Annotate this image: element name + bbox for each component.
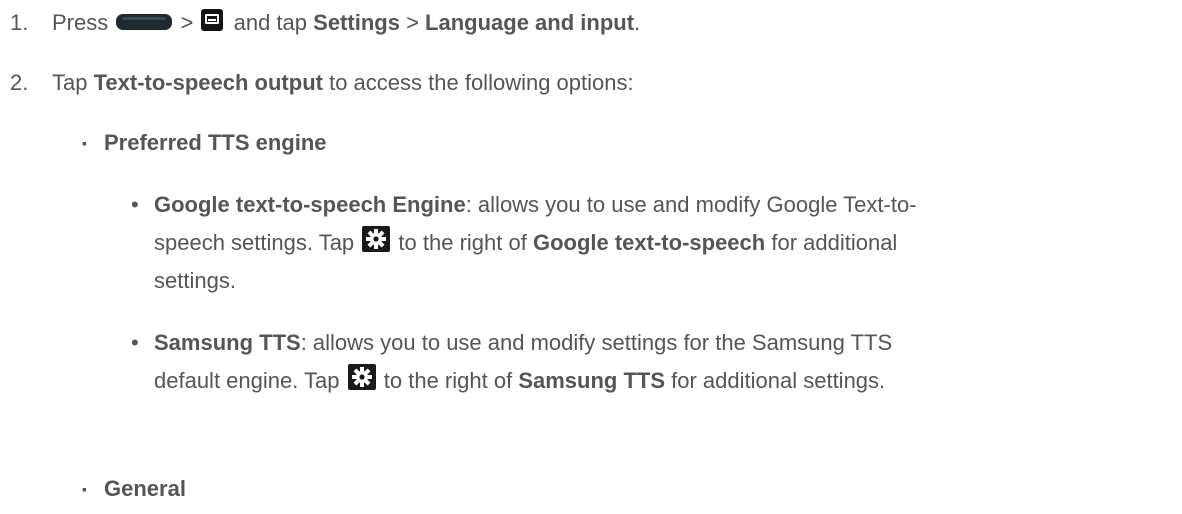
sub-option-title: Samsung TTS [154, 330, 301, 355]
tts-output-label: Text-to-speech output [93, 70, 323, 95]
instruction-document: 1. Press > and tap Settings > Language a… [0, 0, 1182, 514]
square-bullet-icon: ▪ [82, 135, 87, 151]
step-text: and tap [233, 10, 308, 35]
step-number: 2. [10, 70, 29, 95]
gear-icon [347, 364, 376, 391]
sub-option-text: to the right of [398, 230, 527, 255]
option-title: General [104, 476, 186, 501]
gear-icon-svg [366, 229, 387, 250]
step-2-text: Tap Text-to-speech output to access the … [52, 64, 634, 102]
sub-option-text: to the right of [383, 368, 513, 393]
samsung-tts-label: Samsung TTS [518, 368, 666, 393]
step-text: . [634, 10, 641, 35]
home-key-icon [116, 14, 173, 31]
google-tts-label: Google text-to-speech [532, 230, 766, 255]
dot-bullet-icon: • [131, 192, 139, 217]
sub-option-text: : allows you to use and modify settings … [300, 330, 893, 355]
sub-option-text: speech settings. Tap [154, 230, 355, 255]
gear-icon [362, 226, 391, 253]
gear-icon-svg [351, 367, 372, 388]
step-text: to access the following options: [329, 70, 634, 95]
step-number: 1. [10, 10, 29, 35]
language-input-label: Language and input [425, 10, 635, 35]
step-text: > [180, 10, 194, 35]
sub-option-text: for additional [771, 230, 898, 255]
sub-option-line: settings. [154, 262, 236, 300]
sub-option-line: Samsung TTS: allows you to use and modif… [154, 324, 892, 362]
option-title: Preferred TTS engine [104, 130, 327, 155]
sub-option-line: speech settings. Tap to the right of Goo… [154, 224, 897, 262]
sub-option-title: Google text-to-speech Engine [154, 192, 466, 217]
sub-option-text: default engine. Tap [154, 368, 340, 393]
sub-option-text: settings. [154, 268, 236, 293]
step-text: Tap [52, 70, 88, 95]
step-1-text: Press > and tap Settings > Language and … [52, 4, 640, 42]
sub-option-line: Google text-to-speech Engine: allows you… [154, 186, 917, 224]
step-text: Press [52, 10, 109, 35]
sub-option-text: : allows you to use and modify Google Te… [465, 192, 917, 217]
menu-key-icon [201, 9, 224, 32]
step-text: > [406, 10, 419, 35]
settings-label: Settings [313, 10, 400, 35]
sub-option-text: for additional settings. [671, 368, 886, 393]
square-bullet-icon: ▪ [82, 481, 87, 497]
dot-bullet-icon: • [131, 330, 139, 355]
sub-option-line: default engine. Tap to the right of Sams… [154, 362, 885, 400]
